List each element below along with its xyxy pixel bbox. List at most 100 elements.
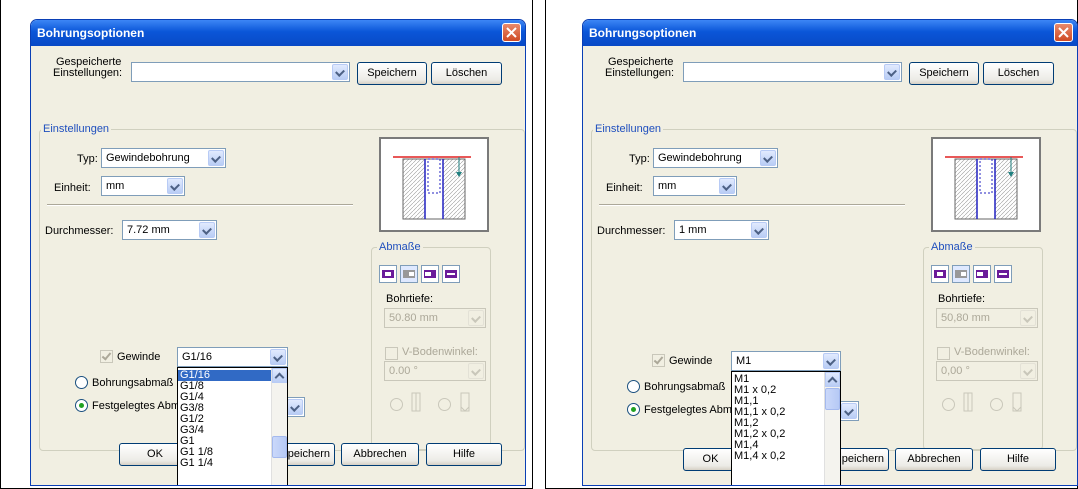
title-bar[interactable]: Bohrungsoptionen <box>31 20 525 46</box>
chevron-down-icon[interactable] <box>884 64 900 80</box>
chevron-down-icon[interactable] <box>1020 363 1036 379</box>
depth-label: Bohrtiefe: <box>938 293 986 305</box>
depth-select[interactable]: 50.80 mm <box>384 308 486 328</box>
drill-options-dialog-2: Bohrungsoptionen Gespeicherte Einstellun… <box>582 19 1078 486</box>
chevron-down-icon[interactable] <box>760 150 776 166</box>
help-button[interactable]: Hilfe <box>426 443 502 466</box>
dialog-title: Bohrungsoptionen <box>589 26 697 40</box>
dim-type-4-button[interactable] <box>994 265 1012 283</box>
chevron-down-icon[interactable] <box>823 353 839 369</box>
dropdown-scrollbar[interactable] <box>824 372 840 485</box>
v-angle-checkbox[interactable] <box>385 347 398 360</box>
diameter-select[interactable]: 1 mm <box>674 220 769 240</box>
thread-dropdown-list[interactable]: M1 M1 x 0,2 M1,1 M1,1 x 0,2 M1,2 M1,2 x … <box>731 371 841 485</box>
unit-select[interactable]: mm <box>653 176 737 196</box>
title-bar[interactable]: Bohrungsoptionen <box>583 20 1077 46</box>
chevron-down-icon[interactable] <box>1020 310 1036 326</box>
dim-type-1-button[interactable] <box>931 265 949 283</box>
dimensions-group-legend: Abmaße <box>929 241 975 253</box>
end-type-radio-1[interactable] <box>942 398 955 411</box>
thread-select[interactable]: G1/16 <box>177 347 288 367</box>
unit-label: Einheit: <box>606 182 643 194</box>
hole-type-icon <box>934 270 946 278</box>
chevron-down-icon[interactable] <box>332 64 348 80</box>
scroll-up-icon[interactable] <box>825 372 840 387</box>
scroll-thumb[interactable] <box>825 388 840 410</box>
dialog-title: Bohrungsoptionen <box>37 26 145 40</box>
dim-type-4-button[interactable] <box>442 265 460 283</box>
chevron-down-icon[interactable] <box>167 178 183 194</box>
fixed-allowance-radio[interactable] <box>627 403 640 416</box>
hole-allowance-label: Bohrungsabmaß <box>644 381 726 393</box>
save-settings-button[interactable]: Speichern <box>357 62 427 85</box>
thread-label: Gewinde <box>117 351 161 363</box>
type-label: Typ: <box>77 153 98 165</box>
hole-allowance-radio[interactable] <box>627 380 640 393</box>
close-button[interactable] <box>502 23 521 42</box>
chevron-down-icon[interactable] <box>208 150 224 166</box>
chevron-down-icon[interactable] <box>468 310 484 326</box>
delete-settings-button[interactable]: Löschen <box>983 62 1054 85</box>
chevron-down-icon[interactable] <box>719 178 735 194</box>
hole-preview-image <box>931 137 1041 232</box>
cancel-button[interactable]: Abbrechen <box>895 448 973 471</box>
help-button[interactable]: Hilfe <box>980 448 1056 471</box>
chevron-down-icon[interactable] <box>468 363 484 379</box>
thread-value: M1 <box>736 355 752 367</box>
unit-value: mm <box>658 180 677 192</box>
v-angle-checkbox[interactable] <box>937 347 950 360</box>
end-type-radio-2[interactable] <box>438 398 451 411</box>
close-button[interactable] <box>1054 23 1073 42</box>
thread-checkbox[interactable] <box>652 354 665 367</box>
end-type-radio-1[interactable] <box>390 398 403 411</box>
v-angle-select[interactable]: 0,00 ° <box>936 361 1038 381</box>
dropdown-scrollbar[interactable] <box>271 368 287 485</box>
depth-select[interactable]: 50,80 mm <box>936 308 1038 328</box>
chevron-down-icon[interactable] <box>841 403 857 419</box>
saved-settings-label-line2: Einstellungen: <box>53 67 123 79</box>
diameter-select[interactable]: 7.72 mm <box>122 220 217 240</box>
close-icon <box>506 27 517 38</box>
dim-type-3-button[interactable] <box>421 265 439 283</box>
ok-button[interactable]: OK <box>683 448 738 471</box>
scroll-thumb[interactable] <box>272 436 287 458</box>
thread-select[interactable]: M1 <box>731 351 841 371</box>
fixed-allowance-label: Festgelegtes Abm <box>92 400 181 412</box>
dim-type-2-button[interactable] <box>400 265 418 283</box>
close-icon <box>1058 27 1069 38</box>
thread-label: Gewinde <box>669 355 713 367</box>
unit-select[interactable]: mm <box>101 176 185 196</box>
dim-type-1-button[interactable] <box>379 265 397 283</box>
cancel-button[interactable]: Abbrechen <box>341 443 419 466</box>
type-select[interactable]: Gewindebohrung <box>653 148 778 168</box>
end-type-radio-2[interactable] <box>990 398 1003 411</box>
hole-type-icon <box>424 270 436 278</box>
chevron-down-icon[interactable] <box>751 222 767 238</box>
delete-settings-button[interactable]: Löschen <box>431 62 502 85</box>
chevron-down-icon[interactable] <box>199 222 215 238</box>
type-label: Typ: <box>629 153 650 165</box>
separator <box>47 204 353 206</box>
hole-allowance-radio[interactable] <box>75 376 88 389</box>
list-item[interactable]: M1,4 x 0,2 <box>734 451 785 462</box>
hole-preview-image <box>379 137 489 232</box>
hole-type-icon <box>445 270 457 278</box>
saved-settings-combo[interactable] <box>131 62 350 82</box>
saved-settings-combo[interactable] <box>683 62 902 82</box>
type-select[interactable]: Gewindebohrung <box>101 148 226 168</box>
list-item[interactable]: G1 1/4 <box>180 458 213 469</box>
scroll-up-icon[interactable] <box>272 368 287 383</box>
type-value: Gewindebohrung <box>106 152 190 164</box>
fixed-allowance-radio[interactable] <box>75 399 88 412</box>
drill-end-icon-pointed <box>1012 392 1022 412</box>
chevron-down-icon[interactable] <box>287 399 303 415</box>
dim-type-2-button[interactable] <box>952 265 970 283</box>
v-angle-select[interactable]: 0.00 ° <box>384 361 486 381</box>
hole-allowance-label: Bohrungsabmaß <box>92 377 174 389</box>
save-settings-button[interactable]: Speichern <box>909 62 979 85</box>
chevron-down-icon[interactable] <box>270 349 286 365</box>
thread-checkbox[interactable] <box>100 350 113 363</box>
hole-type-icon <box>403 270 415 278</box>
dim-type-3-button[interactable] <box>973 265 991 283</box>
thread-dropdown-list[interactable]: G1/16 G1/8 G1/4 G3/8 G1/2 G3/4 G1 G1 1/8… <box>177 367 288 485</box>
